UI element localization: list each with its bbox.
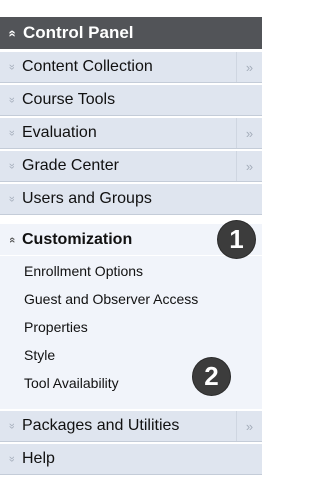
- menu-label: Course Tools: [22, 91, 116, 108]
- menu-grade-center[interactable]: « Grade Center »: [0, 150, 262, 182]
- submenu-tool-availability[interactable]: Tool Availability: [24, 375, 119, 391]
- collapse-chevron-icon: «: [5, 29, 21, 37]
- control-panel-title: Control Panel: [23, 23, 134, 42]
- menu-evaluation[interactable]: « Evaluation »: [0, 117, 262, 149]
- chevron-icon: «: [6, 162, 18, 170]
- context-menu-icon[interactable]: »: [236, 52, 262, 82]
- control-panel-header[interactable]: « Control Panel: [0, 17, 262, 49]
- chevron-icon: «: [6, 422, 18, 430]
- submenu-style[interactable]: Style: [24, 347, 55, 363]
- menu-content-collection[interactable]: « Content Collection »: [0, 51, 262, 83]
- menu-label: Customization: [22, 230, 133, 248]
- context-menu-icon[interactable]: »: [236, 118, 262, 148]
- chevron-icon: «: [6, 455, 18, 463]
- menu-label: Grade Center: [22, 157, 119, 174]
- menu-label: Users and Groups: [22, 190, 152, 207]
- submenu-enrollment-options[interactable]: Enrollment Options: [24, 263, 143, 279]
- context-menu-icon[interactable]: »: [236, 411, 262, 441]
- callout-badge-2: 2: [193, 358, 230, 395]
- menu-label: Packages and Utilities: [22, 417, 180, 434]
- chevron-icon: «: [6, 195, 18, 203]
- control-panel: « Control Panel « Content Collection » «…: [0, 0, 262, 481]
- chevron-icon: «: [6, 236, 18, 243]
- menu-packages-and-utilities[interactable]: « Packages and Utilities »: [0, 410, 262, 442]
- menu-course-tools[interactable]: « Course Tools: [0, 84, 262, 116]
- submenu-properties[interactable]: Properties: [24, 319, 88, 335]
- menu-label: Help: [22, 450, 55, 467]
- chevron-icon: «: [6, 63, 18, 71]
- menu-help[interactable]: « Help: [0, 443, 262, 475]
- submenu-guest-observer-access[interactable]: Guest and Observer Access: [24, 291, 198, 307]
- chevron-icon: «: [6, 96, 18, 104]
- menu-label: Evaluation: [22, 124, 97, 141]
- menu-label: Content Collection: [22, 58, 153, 75]
- chevron-icon: «: [6, 129, 18, 137]
- callout-badge-1: 1: [218, 221, 255, 258]
- context-menu-icon[interactable]: »: [236, 151, 262, 181]
- menu-users-and-groups[interactable]: « Users and Groups: [0, 183, 262, 215]
